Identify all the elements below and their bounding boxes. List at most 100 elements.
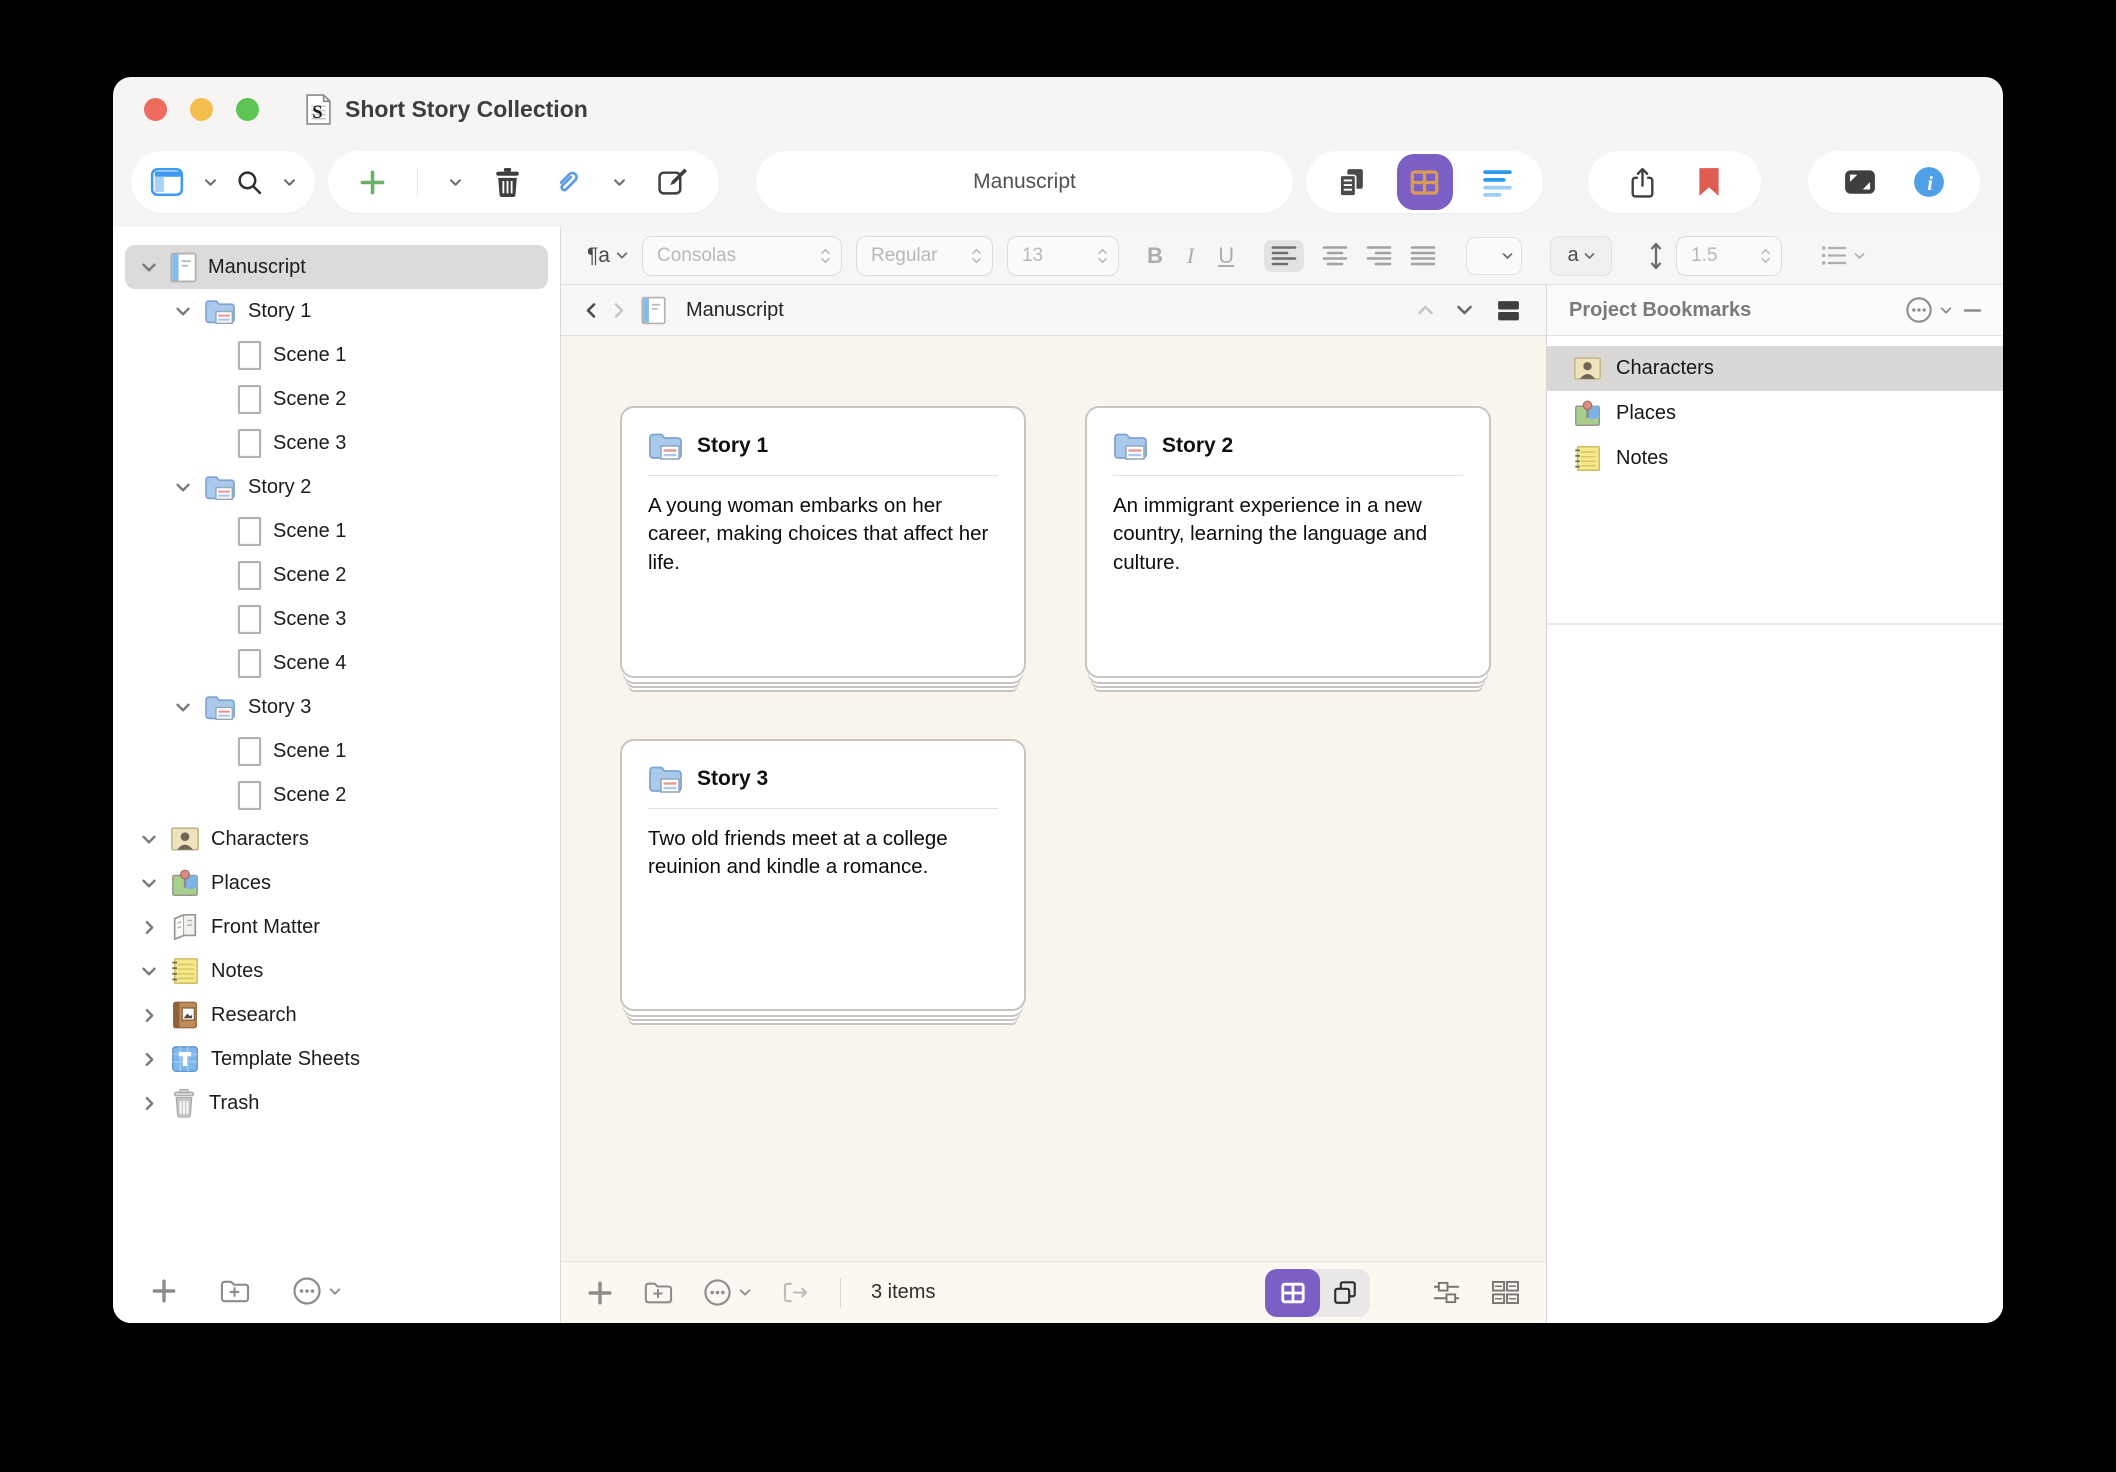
search-icon[interactable] (236, 169, 263, 196)
bookmark-item-notes[interactable]: Notes (1547, 436, 2003, 481)
sidebar-item-scene[interactable]: Scene 3 (125, 597, 548, 641)
toolbar-location-field[interactable]: Manuscript (756, 151, 1293, 213)
add-icon[interactable] (359, 169, 386, 196)
highlight-dropdown[interactable]: a (1550, 236, 1612, 276)
corkboard-view-button[interactable] (1397, 154, 1453, 210)
export-icon[interactable] (781, 1280, 810, 1305)
corkboard-grid-mode-button[interactable] (1265, 1269, 1320, 1317)
zoom-window-button[interactable] (236, 98, 259, 121)
sidebar-item-scene[interactable]: Scene 1 (125, 729, 548, 773)
chevron-down-icon[interactable] (204, 178, 217, 187)
sidebar-item-trash[interactable]: Trash (125, 1081, 548, 1125)
inspector-info-icon[interactable] (1913, 166, 1945, 198)
share-icon[interactable] (1628, 166, 1657, 199)
index-card-story-3[interactable]: Story 3 Two old friends meet at a colleg… (620, 739, 1026, 1011)
outline-view-icon[interactable] (1482, 168, 1513, 197)
bold-button[interactable]: B (1147, 243, 1163, 269)
chevron-down-icon[interactable] (141, 834, 157, 845)
document-icon (237, 560, 262, 591)
chevron-down-icon[interactable] (175, 306, 191, 317)
sidebar-item-scene[interactable]: Scene 2 (125, 773, 548, 817)
compose-icon[interactable] (657, 167, 688, 198)
chevron-right-icon[interactable] (144, 1052, 155, 1067)
grid-arrange-icon[interactable] (1491, 1280, 1520, 1305)
chevron-down-icon[interactable] (141, 878, 157, 889)
split-editor-icon[interactable] (1495, 298, 1522, 323)
underline-button[interactable]: U (1218, 243, 1234, 269)
line-spacing-select[interactable]: 1.5 (1676, 236, 1782, 276)
next-document-icon[interactable] (1456, 304, 1473, 316)
align-justify-button[interactable] (1410, 245, 1436, 267)
stepper-icon (971, 248, 982, 264)
sidebar-item-scene[interactable]: Scene 4 (125, 641, 548, 685)
sidebar-item-story-3[interactable]: Story 3 (125, 685, 548, 729)
add-item-icon[interactable] (151, 1278, 177, 1304)
app-window: Short Story Collection Manuscript (113, 77, 2003, 1323)
alignment-buttons (1264, 240, 1436, 272)
text-color-well[interactable] (1466, 237, 1522, 275)
sidebar-toggle-icon[interactable] (150, 167, 184, 197)
chevron-right-icon[interactable] (144, 920, 155, 935)
binder-more-menu[interactable] (292, 1276, 341, 1306)
chevron-down-icon[interactable] (449, 178, 462, 187)
sidebar-item-story-1[interactable]: Story 1 (125, 289, 548, 333)
bookmarks-menu[interactable] (1905, 296, 1952, 324)
corkboard[interactable]: Story 1 A young woman embarks on her car… (561, 336, 1546, 1261)
index-card-story-1[interactable]: Story 1 A young woman embarks on her car… (620, 406, 1026, 678)
sidebar-item-manuscript[interactable]: Manuscript (125, 245, 548, 289)
back-icon[interactable] (585, 302, 597, 319)
stack-view-button[interactable] (1320, 1280, 1370, 1306)
sidebar-item-story-2[interactable]: Story 2 (125, 465, 548, 509)
titlebar: Short Story Collection (113, 77, 2003, 141)
sidebar-item-template-sheets[interactable]: Template Sheets (125, 1037, 548, 1081)
bookmark-icon[interactable] (1697, 166, 1721, 198)
sidebar-item-front-matter[interactable]: Front Matter (125, 905, 548, 949)
sidebar-item-scene[interactable]: Scene 3 (125, 421, 548, 465)
sidebar-item-notes[interactable]: Notes (125, 949, 548, 993)
close-window-button[interactable] (144, 98, 167, 121)
freeform-icon[interactable] (1432, 1280, 1461, 1305)
chevron-down-icon[interactable] (613, 178, 626, 187)
chevron-down-icon[interactable] (141, 966, 157, 977)
font-family-select[interactable]: Consolas (642, 236, 842, 276)
trash-icon[interactable] (494, 167, 521, 198)
bookmark-item-places[interactable]: Places (1547, 391, 2003, 436)
document-view-icon[interactable] (1336, 167, 1367, 198)
folder-add-icon[interactable] (643, 1279, 673, 1307)
sidebar-item-scene[interactable]: Scene 1 (125, 333, 548, 377)
corkboard-grid-icon (1280, 1280, 1306, 1306)
chevron-right-icon[interactable] (144, 1008, 155, 1023)
align-right-button[interactable] (1366, 245, 1392, 267)
sidebar-item-scene[interactable]: Scene 2 (125, 377, 548, 421)
chevron-down-icon[interactable] (283, 178, 296, 187)
chevron-right-icon[interactable] (144, 1096, 155, 1111)
index-card-story-2[interactable]: Story 2 An immigrant experience in a new… (1085, 406, 1491, 678)
bookmark-item-characters[interactable]: Characters (1547, 346, 2003, 391)
align-center-button[interactable] (1322, 245, 1348, 267)
previous-document-icon[interactable] (1417, 304, 1434, 316)
sidebar-item-research[interactable]: Research (125, 993, 548, 1037)
sidebar-item-scene[interactable]: Scene 2 (125, 553, 548, 597)
font-size-select[interactable]: 13 (1007, 236, 1119, 276)
forward-icon[interactable] (613, 302, 625, 319)
minus-icon[interactable] (1964, 308, 1981, 313)
sidebar-item-characters[interactable]: Characters (125, 817, 548, 861)
align-left-button[interactable] (1264, 240, 1304, 272)
folder-icon (204, 473, 237, 502)
chevron-down-icon[interactable] (175, 482, 191, 493)
chevron-down-icon[interactable] (141, 262, 157, 273)
folder-add-icon[interactable] (219, 1277, 250, 1306)
italic-button[interactable]: I (1187, 243, 1194, 269)
sidebar-item-scene[interactable]: Scene 1 (125, 509, 548, 553)
minimize-window-button[interactable] (190, 98, 213, 121)
add-item-icon[interactable] (587, 1280, 613, 1306)
sidebar-item-places[interactable]: Places (125, 861, 548, 905)
list-style-dropdown[interactable] (1820, 244, 1865, 267)
composition-mode-icon[interactable] (1843, 168, 1877, 196)
paperclip-icon[interactable] (552, 167, 582, 197)
style-preset-dropdown[interactable]: ¶a (587, 244, 628, 268)
font-variant-select[interactable]: Regular (856, 236, 993, 276)
bookmark-preview-area[interactable] (1547, 625, 2003, 1323)
chevron-down-icon[interactable] (175, 702, 191, 713)
editor-more-menu[interactable] (703, 1278, 751, 1307)
